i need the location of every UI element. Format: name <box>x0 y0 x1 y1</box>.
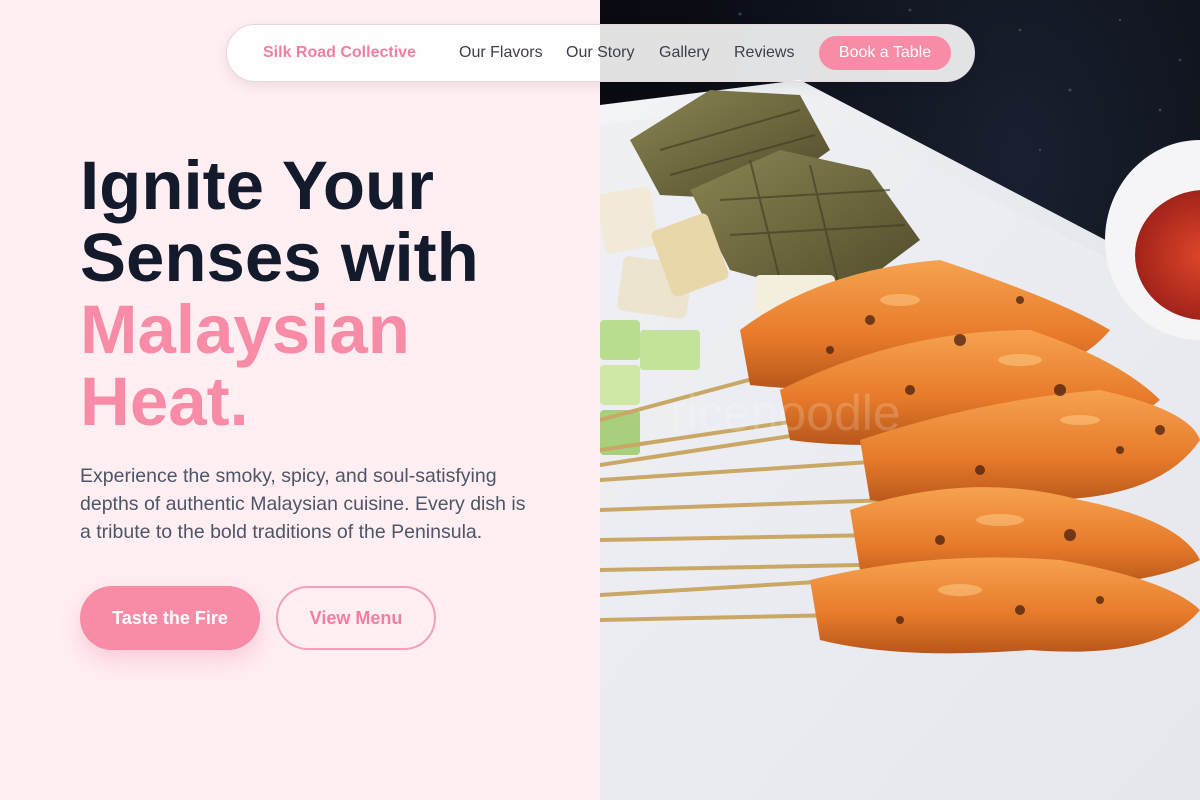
nav-link-our-story[interactable]: Our Story <box>566 44 634 62</box>
nav-link-gallery[interactable]: Gallery <box>659 44 710 62</box>
view-menu-button[interactable]: View Menu <box>276 586 436 650</box>
book-a-table-button[interactable]: Book a Table <box>819 36 951 70</box>
satay-photo: ricenoodle <box>600 8 1200 800</box>
nav-link-reviews[interactable]: Reviews <box>734 44 794 62</box>
hero-headline: Ignite Your Senses with Malaysian Heat. <box>80 150 580 438</box>
top-navigation: Silk Road Collective Our Flavors Our Sto… <box>226 24 975 82</box>
brand-logo[interactable]: Silk Road Collective <box>263 44 416 62</box>
headline-accent-1: Malaysian <box>80 291 410 368</box>
taste-the-fire-button[interactable]: Taste the Fire <box>80 586 260 650</box>
hero-food-image: ricenoodle <box>600 0 1200 800</box>
hero-description: Experience the smoky, spicy, and soul-sa… <box>80 465 526 543</box>
headline-accent-2: Heat. <box>80 363 249 440</box>
image-watermark: ricenoodle <box>670 385 901 441</box>
headline-line-2: Senses with <box>80 219 479 296</box>
headline-line-1: Ignite Your <box>80 147 434 224</box>
hero-left-panel: Ignite Your Senses with Malaysian Heat. … <box>0 0 600 800</box>
nav-link-our-flavors[interactable]: Our Flavors <box>459 44 543 62</box>
